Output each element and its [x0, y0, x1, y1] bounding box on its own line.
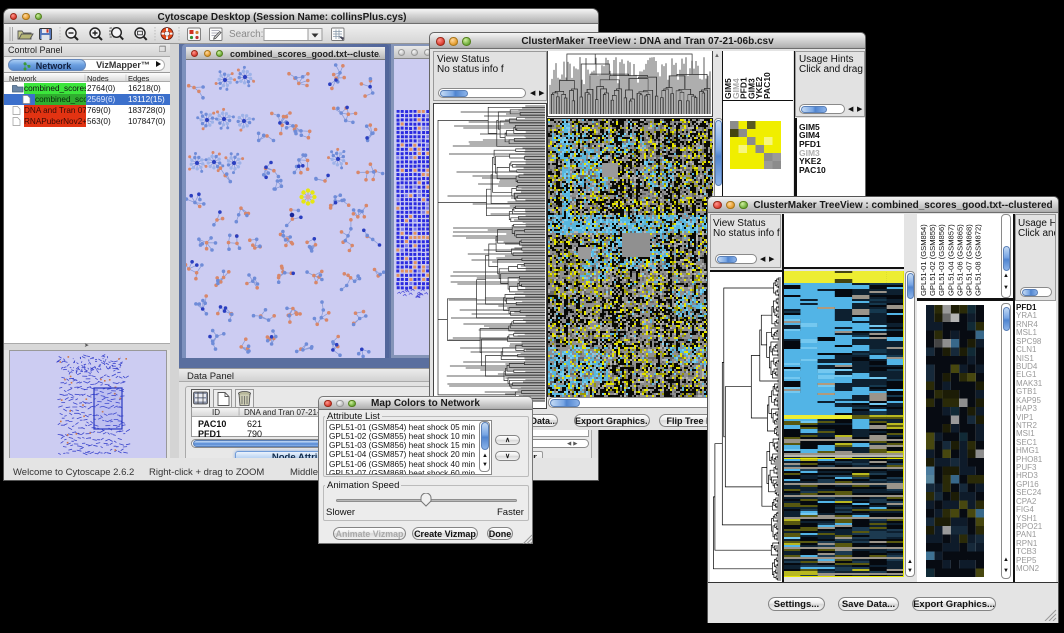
svg-text:GPL51-07 (GSM868): GPL51-07 (GSM868) [965, 224, 974, 296]
svg-text:PAC10: PAC10 [762, 72, 772, 99]
svg-text:GPL51-08 (GSM872): GPL51-08 (GSM872) [974, 224, 983, 296]
svg-text:GPL51-04 (GSM857): GPL51-04 (GSM857) [946, 224, 955, 296]
svg-text:GPL51-01 (GSM854): GPL51-01 (GSM854) [919, 224, 928, 296]
svg-text:GPL51-02 (GSM855): GPL51-02 (GSM855) [928, 224, 937, 296]
svg-text:GPL51-06 (GSM865): GPL51-06 (GSM865) [955, 224, 964, 296]
svg-text:Search:: Search: [229, 29, 263, 40]
svg-text:GPL51-03 (GSM856): GPL51-03 (GSM856) [937, 224, 946, 296]
